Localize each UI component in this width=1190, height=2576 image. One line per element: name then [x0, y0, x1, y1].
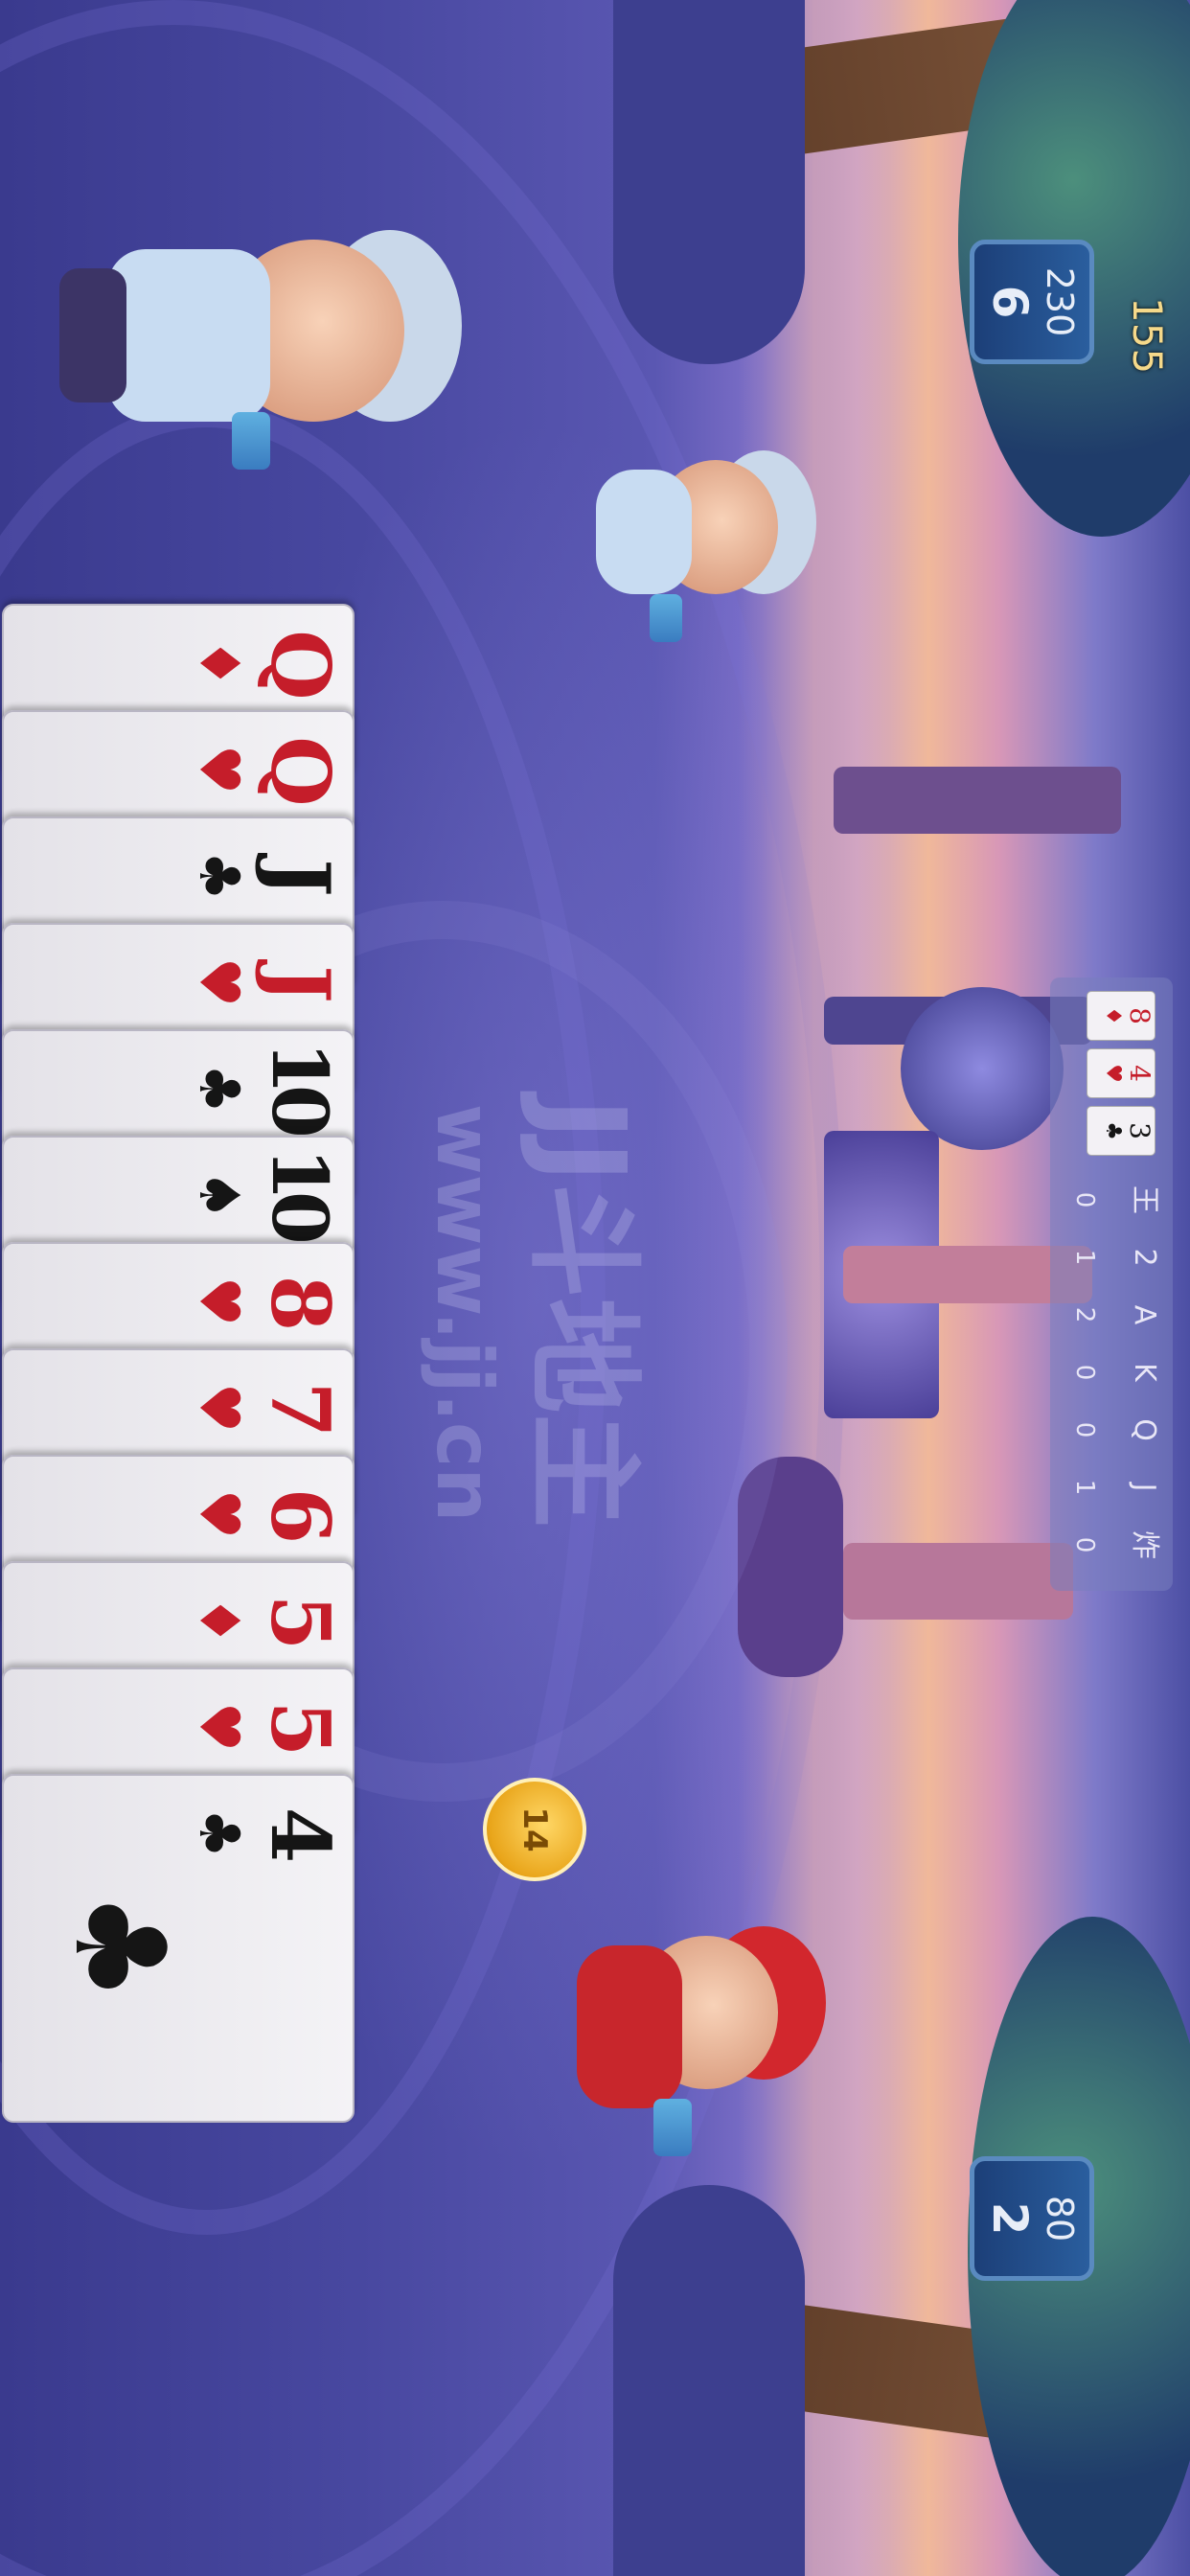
card-rank: 5 — [253, 1594, 348, 1651]
card-suit-icon: ♥ — [187, 1489, 252, 1539]
card-rank: 5 — [253, 1700, 348, 1758]
card-suit-icon: ♥ — [187, 1276, 252, 1326]
tracker-last-card: 8 ♦ — [1087, 991, 1156, 1041]
landlord-hand-cards — [653, 2099, 692, 2156]
opponent-body — [107, 249, 270, 422]
card-rank: Q — [253, 736, 348, 807]
card-rank: 10 — [255, 1147, 345, 1235]
opponent-top-score: 230 — [1039, 266, 1081, 337]
watermark-url: www.jj.cn — [420, 1103, 509, 1523]
card-suit-icon: ♥ — [187, 957, 252, 1007]
tracker-col-q: Q0 — [1070, 1418, 1161, 1441]
player-coin-count: 155 — [1124, 297, 1171, 375]
opponent-body — [596, 470, 692, 594]
hand-card[interactable]: 4 ♣ ♣ — [2, 1774, 355, 2123]
card-big-suit-icon: ♣ — [47, 1891, 193, 2003]
card-rank: J — [253, 965, 348, 1003]
opponent-hand-cards — [650, 594, 682, 642]
opponent-bottom-cards-left: 2 — [982, 2201, 1038, 2236]
tracker-col-bomb: 炸0 — [1070, 1530, 1161, 1559]
opponent-top-cards-left: 6 — [982, 285, 1038, 319]
tracker-col-k: K0 — [1070, 1363, 1161, 1382]
card-rank: 6 — [253, 1487, 348, 1545]
tracker-last-card: 4 ♥ — [1087, 1048, 1156, 1098]
opponent-hand-cards — [232, 412, 270, 470]
watermark-title: JJ斗地主 — [515, 1097, 649, 1529]
tracker-col-2: 21 — [1070, 1248, 1161, 1267]
turn-timer: 14 — [483, 1778, 586, 1881]
card-rank: 8 — [253, 1275, 348, 1332]
card-suit-icon: ♣ — [187, 1808, 252, 1858]
tracker-last-card: 3 ♣ — [1087, 1106, 1156, 1156]
opponent-bottom-score: 80 — [1039, 2195, 1081, 2242]
opponent-avatar-top-near — [40, 220, 462, 470]
tracker-col-j: J1 — [1070, 1479, 1161, 1496]
card-suit-icon: ♥ — [187, 745, 252, 794]
card-suit-icon: ♦ — [187, 1596, 252, 1645]
card-suit-icon: ♣ — [187, 851, 252, 901]
card-rank: J — [253, 859, 348, 897]
tracker-col-a: A2 — [1070, 1304, 1161, 1325]
watermark: JJ斗地主 www.jj.cn — [418, 978, 653, 1648]
opponent-bottom-counter: 80 2 — [970, 2156, 1094, 2281]
card-rank: 10 — [255, 1041, 345, 1129]
opponent-top-counter: 230 6 — [970, 240, 1094, 364]
card-suit-icon: ♣ — [187, 1064, 252, 1114]
card-suit-icon: ♥ — [187, 1383, 252, 1433]
opponent-avatar-landlord — [558, 1907, 826, 2223]
tracker-col-joker: 王0 — [1070, 1185, 1161, 1214]
card-tracker[interactable]: 8 ♦ 4 ♥ 3 ♣ 王0 21 A2 K0 Q0 J1 炸0 — [1050, 978, 1173, 1591]
card-rank: Q — [253, 630, 348, 701]
landlord-body — [577, 1945, 682, 2108]
card-rank: 7 — [253, 1381, 348, 1438]
card-suit-icon: ♥ — [187, 1702, 252, 1752]
card-rank: 4 — [253, 1806, 348, 1864]
card-suit-icon: ♠ — [187, 1170, 252, 1220]
opponent-legs — [59, 268, 126, 402]
card-suit-icon: ♦ — [187, 638, 252, 688]
opponent-avatar-top-far — [586, 450, 816, 642]
